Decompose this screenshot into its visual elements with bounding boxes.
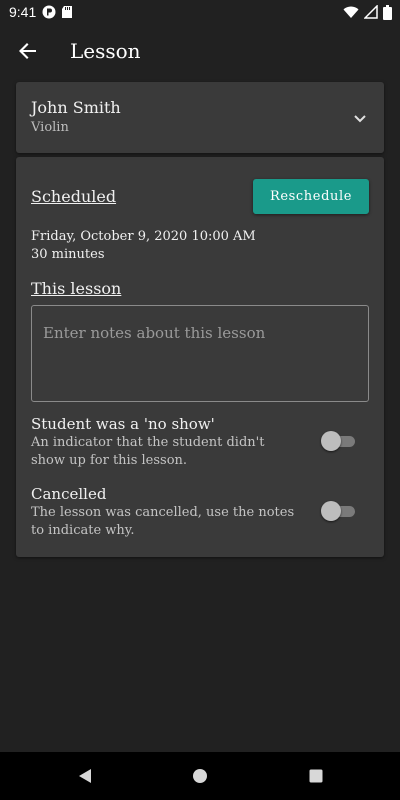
- no-show-toggle-thumb: [321, 431, 341, 451]
- chevron-down-icon: [354, 115, 366, 123]
- lesson-duration: 30 minutes: [31, 247, 105, 262]
- lesson-notes-input[interactable]: [31, 305, 369, 402]
- notification-icons: [42, 5, 73, 19]
- nav-home-button[interactable]: [190, 766, 210, 786]
- arrow-back-icon: [19, 43, 36, 59]
- student-card[interactable]: John Smith Violin: [16, 82, 384, 153]
- student-name: John Smith: [31, 98, 121, 117]
- nav-back-button[interactable]: [75, 766, 95, 786]
- no-show-title: Student was a 'no show': [31, 415, 215, 433]
- app-bar: Lesson: [0, 24, 400, 78]
- app-notification-icon: [42, 5, 56, 19]
- expand-button[interactable]: [350, 108, 370, 128]
- square-recents-icon: [309, 769, 323, 783]
- cancelled-title: Cancelled: [31, 485, 107, 503]
- student-instrument: Violin: [31, 120, 69, 135]
- lesson-datetime: Friday, October 9, 2020 10:00 AM: [31, 229, 256, 244]
- navigation-bar: [0, 752, 400, 800]
- cancelled-description: The lesson was cancelled, use the notes …: [31, 505, 295, 538]
- status-time: 9:41: [9, 4, 37, 20]
- cancelled-toggle[interactable]: [321, 501, 357, 521]
- no-show-row: Student was a 'no show' An indicator tha…: [31, 415, 369, 470]
- system-icons: [343, 4, 392, 20]
- sd-card-icon: [62, 6, 73, 18]
- no-show-description: An indicator that the student didn't sho…: [31, 435, 265, 468]
- no-show-toggle[interactable]: [321, 431, 357, 451]
- signal-icon: [364, 5, 378, 19]
- lesson-card: Scheduled Reschedule Friday, October 9, …: [16, 157, 384, 557]
- scheduled-heading: Scheduled: [31, 187, 117, 206]
- back-button[interactable]: [0, 24, 56, 78]
- triangle-back-icon: [79, 769, 91, 783]
- cancelled-row: Cancelled The lesson was cancelled, use …: [31, 485, 369, 540]
- this-lesson-heading: This lesson: [31, 279, 122, 298]
- nav-recents-button[interactable]: [306, 766, 326, 786]
- cancelled-toggle-thumb: [321, 501, 341, 521]
- battery-icon: [383, 4, 392, 20]
- page-title: Lesson: [70, 39, 141, 63]
- status-bar: 9:41: [0, 0, 400, 24]
- circle-home-icon: [193, 769, 207, 783]
- wifi-icon: [343, 6, 359, 18]
- reschedule-button[interactable]: Reschedule: [253, 179, 369, 214]
